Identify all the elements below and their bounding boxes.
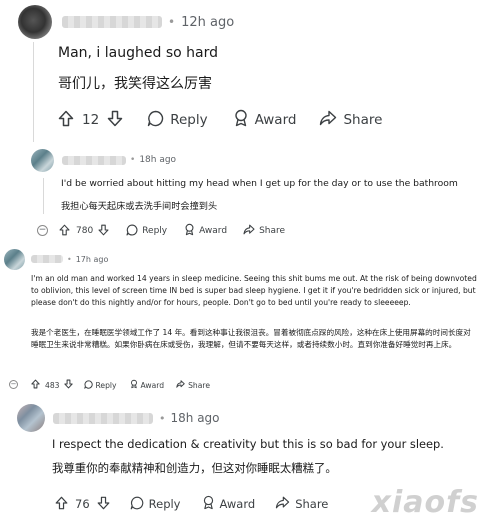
vote-count: 483: [45, 380, 60, 390]
comment-text-zh: 哥们儿，我笑得这么厉害: [58, 76, 212, 92]
comment-actions: 76 Reply Award Share: [55, 495, 328, 513]
award-medal-icon: [233, 109, 249, 131]
comment-2: • 18h ago I'd be worried about hitting m…: [0, 142, 483, 242]
award-button[interactable]: Award: [202, 495, 256, 513]
timestamp: 17h ago: [75, 254, 109, 264]
award-label: Award: [254, 112, 297, 128]
share-arrow-icon: [243, 224, 255, 238]
vote-count: 76: [75, 497, 90, 511]
username-redacted[interactable]: [62, 16, 162, 28]
share-arrow-icon: [275, 496, 290, 512]
username-redacted[interactable]: [31, 255, 63, 263]
award-medal-icon: [184, 223, 195, 239]
share-arrow-icon: [176, 380, 185, 390]
separator-dot: •: [67, 254, 72, 264]
reply-button[interactable]: Reply: [126, 223, 168, 239]
comment-1: • 12h ago Man, i laughed so hard 哥们儿，我笑得…: [0, 0, 483, 142]
avatar[interactable]: [4, 248, 25, 270]
comment-text-en: I respect the dedication & creativity bu…: [52, 437, 444, 451]
award-button[interactable]: Award: [184, 223, 227, 239]
separator-dot: •: [159, 411, 166, 425]
award-button[interactable]: Award: [233, 109, 297, 131]
share-button[interactable]: Share: [275, 496, 328, 512]
share-button[interactable]: Share: [176, 380, 210, 390]
arrow-up-icon[interactable]: [59, 224, 70, 239]
share-label: Share: [259, 226, 286, 236]
separator-dot: •: [168, 15, 176, 29]
award-button[interactable]: Award: [130, 379, 165, 391]
avatar[interactable]: [17, 404, 45, 432]
comment-text-en: Man, i laughed so hard: [58, 45, 218, 61]
avatar[interactable]: [18, 5, 52, 39]
award-label: Award: [140, 380, 165, 390]
award-label: Award: [199, 226, 228, 236]
comment-text-zh: 我是个老医生，在睡眠医学领域工作了 14 年。看到这种事让我很沮丧。冒着被彻底点…: [31, 328, 471, 349]
reply-button[interactable]: Reply: [83, 379, 117, 391]
share-label: Share: [343, 112, 383, 128]
username-redacted[interactable]: [53, 412, 153, 424]
avatar[interactable]: [31, 148, 54, 172]
vote-count: 12: [82, 112, 100, 128]
arrow-down-icon[interactable]: [63, 379, 73, 391]
comment-4-meta: • 18h ago: [17, 403, 220, 433]
speech-bubble-icon: [130, 496, 144, 513]
comment-text-zh: 我尊重你的奉献精神和创造力，但这对你睡眠太糟糕了。: [52, 461, 337, 475]
collapse-button[interactable]: −: [9, 380, 18, 389]
arrow-down-icon[interactable]: [97, 496, 110, 513]
timestamp: 18h ago: [170, 411, 220, 425]
arrow-up-icon[interactable]: [55, 496, 68, 513]
comment-3-meta: • 17h ago: [4, 248, 108, 270]
award-label: Award: [219, 497, 256, 511]
vote-count: 780: [76, 226, 94, 236]
reply-label: Reply: [170, 112, 208, 128]
reply-label: Reply: [95, 380, 117, 390]
reply-label: Reply: [142, 226, 168, 236]
comment-2-meta: • 18h ago: [31, 148, 176, 172]
arrow-up-icon[interactable]: [58, 110, 74, 131]
comment-3: • 17h ago I'm an old man and worked 14 y…: [0, 244, 483, 396]
comment-actions: 780 Reply Award Share: [59, 223, 285, 239]
award-medal-icon: [202, 495, 215, 513]
reply-button[interactable]: Reply: [147, 110, 208, 131]
award-medal-icon: [130, 379, 138, 391]
share-button[interactable]: Share: [243, 224, 285, 238]
timestamp: 12h ago: [181, 14, 235, 30]
comment-actions: 12 Reply Award Share: [58, 109, 382, 131]
collapse-button[interactable]: −: [37, 225, 48, 236]
speech-bubble-icon: [83, 379, 93, 391]
comment-1-meta: • 12h ago: [18, 4, 234, 40]
share-arrow-icon: [319, 110, 337, 130]
share-label: Share: [188, 380, 211, 390]
comment-text-en: I'd be worried about hitting my head whe…: [61, 178, 458, 189]
speech-bubble-icon: [126, 223, 138, 239]
share-label: Share: [295, 497, 329, 511]
share-button[interactable]: Share: [319, 110, 382, 130]
separator-dot: •: [130, 155, 136, 165]
comment-text-zh: 我担心每天起床或去洗手间时会撞到头: [61, 201, 218, 212]
comment-text-en: I'm an old man and worked 14 years in sl…: [31, 274, 477, 307]
arrow-up-icon[interactable]: [31, 379, 40, 391]
arrow-down-icon[interactable]: [98, 224, 109, 239]
reply-label: Reply: [148, 497, 181, 511]
comment-actions: 483 Reply Award Share: [31, 379, 210, 391]
timestamp: 18h ago: [139, 155, 177, 165]
watermark-logo: xiaofs: [371, 485, 479, 520]
speech-bubble-icon: [147, 110, 164, 131]
arrow-down-icon[interactable]: [107, 110, 123, 131]
reply-button[interactable]: Reply: [130, 496, 181, 513]
username-redacted[interactable]: [62, 155, 126, 165]
